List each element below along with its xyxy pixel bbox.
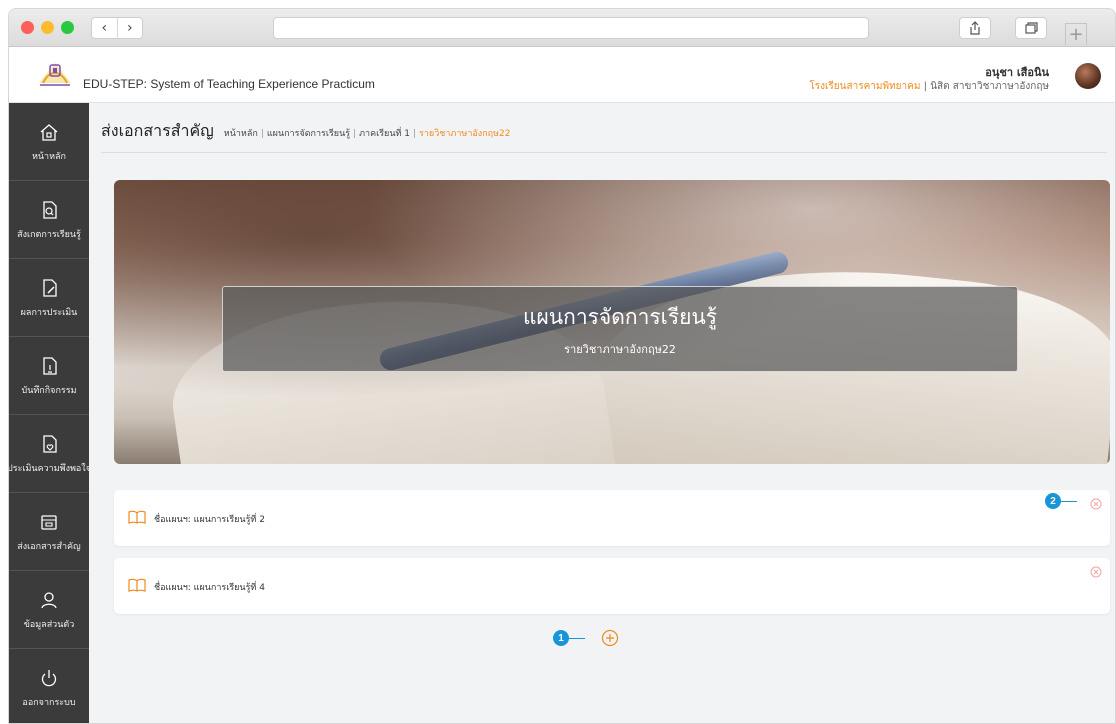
book-icon (128, 510, 146, 524)
hero-banner: แผนการจัดการเรียนรู้ รายวิชาภาษาอังกฤษ22 (114, 180, 1110, 464)
sidebar-item-label: ผลการประเมิน (20, 307, 78, 318)
plan-card[interactable]: ชื่อแผนฯ: แผนการเรียนรู้ที่ 2 (114, 490, 1110, 546)
document-edit-icon (43, 278, 57, 297)
close-window-button[interactable] (21, 21, 34, 34)
sidebar-item-home[interactable]: หน้าหลัก (9, 103, 89, 181)
book-icon (128, 578, 146, 592)
sidebar-item-observation[interactable]: สังเกตการเรียนรู้ (9, 181, 89, 259)
breadcrumb-learning-plan[interactable]: แผนการจัดการเรียนรู้ (267, 129, 350, 139)
breadcrumb-current: รายวิชาภาษาอังกฤษ22 (419, 129, 511, 139)
sidebar-item-satisfaction[interactable]: ประเมินความพึงพอใจ (8, 415, 91, 493)
sidebar-item-submit-documents[interactable]: ส่งเอกสารสำคัญ (9, 493, 89, 571)
sidebar-item-label: ส่งเอกสารสำคัญ (17, 541, 81, 552)
avatar[interactable] (1075, 63, 1101, 89)
sidebar-item-label: ข้อมูลส่วนตัว (23, 619, 75, 630)
app-title: EDU-STEP: System of Teaching Experience … (83, 77, 375, 91)
user-affiliation: โรงเรียนสารคามพิทยาคม | นิสิต สาขาวิชาภา… (809, 79, 1049, 94)
sidebar-item-logout[interactable]: ออกจากระบบ (9, 649, 89, 723)
sidebar-item-label: ออกจากระบบ (22, 697, 76, 708)
browser-toolbar: ‹ › + (9, 9, 1115, 47)
page-header: ส่งเอกสารสำคัญ หน้าหลัก | แผนการจัดการเรีย… (101, 119, 1107, 153)
breadcrumb-separator: | (353, 129, 357, 139)
zoom-window-button[interactable] (61, 21, 74, 34)
callout-marker: 1 (553, 630, 585, 646)
affiliation-divider: | (923, 81, 927, 92)
banner-caption-box: แผนการจัดการเรียนรู้ รายวิชาภาษาอังกฤษ22 (222, 286, 1018, 372)
plan-name: ชื่อแผนฯ: แผนการเรียนรู้ที่ 2 (154, 515, 265, 525)
sidebar-item-evaluation-results[interactable]: ผลการประเมิน (9, 259, 89, 337)
banner-title: แผนการจัดการเรียนรู้ (522, 304, 718, 329)
school-name: โรงเรียนสารคามพิทยาคม (809, 81, 921, 92)
back-icon[interactable]: ‹ (92, 18, 117, 38)
plan-name: ชื่อแผนฯ: แผนการเรียนรู้ที่ 4 (154, 583, 265, 593)
banner-subtitle: รายวิชาภาษาอังกฤษ22 (564, 342, 676, 356)
add-plan-icon[interactable] (601, 629, 619, 647)
sidebar-item-label: สังเกตการเรียนรู้ (17, 229, 81, 240)
breadcrumb: หน้าหลัก | แผนการจัดการเรียนรู้ | ภาคเรียนที… (224, 126, 511, 140)
document-search-icon (43, 200, 57, 219)
sidebar-item-label: หน้าหลัก (31, 151, 67, 162)
breadcrumb-semester[interactable]: ภาคเรียนที่ 1 (359, 129, 410, 139)
callout-line (569, 637, 585, 639)
forward-icon[interactable]: › (116, 18, 143, 38)
sidebar-item-label: ประเมินความพึงพอใจ (8, 463, 91, 474)
callout-marker: 2 (1045, 493, 1077, 509)
remove-plan-icon[interactable] (1090, 498, 1102, 510)
callout-number: 2 (1045, 493, 1061, 509)
plan-card[interactable]: ชื่อแผนฯ: แผนการเรียนรู้ที่ 4 (114, 558, 1110, 614)
page-title: ส่งเอกสารสำคัญ (101, 121, 214, 140)
remove-plan-icon[interactable] (1090, 566, 1102, 578)
edu-step-logo (39, 63, 71, 86)
callout-line (1061, 500, 1077, 502)
folder-icon (41, 514, 57, 530)
breadcrumb-separator: | (260, 129, 264, 139)
history-nav: ‹ › (91, 17, 143, 39)
minimize-window-button[interactable] (41, 21, 54, 34)
user-icon (41, 591, 57, 608)
sidebar-item-label: บันทึกกิจกรรม (21, 385, 77, 396)
power-icon (41, 669, 57, 686)
address-bar[interactable] (273, 17, 869, 39)
document-person-icon (43, 356, 57, 375)
sidebar-item-profile[interactable]: ข้อมูลส่วนตัว (9, 571, 89, 649)
breadcrumb-home[interactable]: หน้าหลัก (224, 129, 258, 139)
callout-number: 1 (553, 630, 569, 646)
new-tab-icon[interactable]: + (1065, 23, 1087, 45)
sidebar-item-activity-log[interactable]: บันทึกกิจกรรม (9, 337, 89, 415)
sidebar: หน้าหลัก สังเกตการเรียนรู้ ผลการประเมิน … (8, 103, 91, 723)
home-icon (40, 123, 58, 141)
tabs-overview-icon[interactable] (1015, 17, 1047, 39)
browser-window: ‹ › + EDU-STEP: System of Teaching Exper… (8, 8, 1116, 724)
breadcrumb-separator: | (413, 129, 417, 139)
document-heart-icon (43, 434, 57, 453)
app-header: EDU-STEP: System of Teaching Experience … (9, 47, 1115, 103)
share-icon[interactable] (959, 17, 991, 39)
student-major: นิสิต สาขาวิชาภาษาอังกฤษ (930, 81, 1049, 92)
